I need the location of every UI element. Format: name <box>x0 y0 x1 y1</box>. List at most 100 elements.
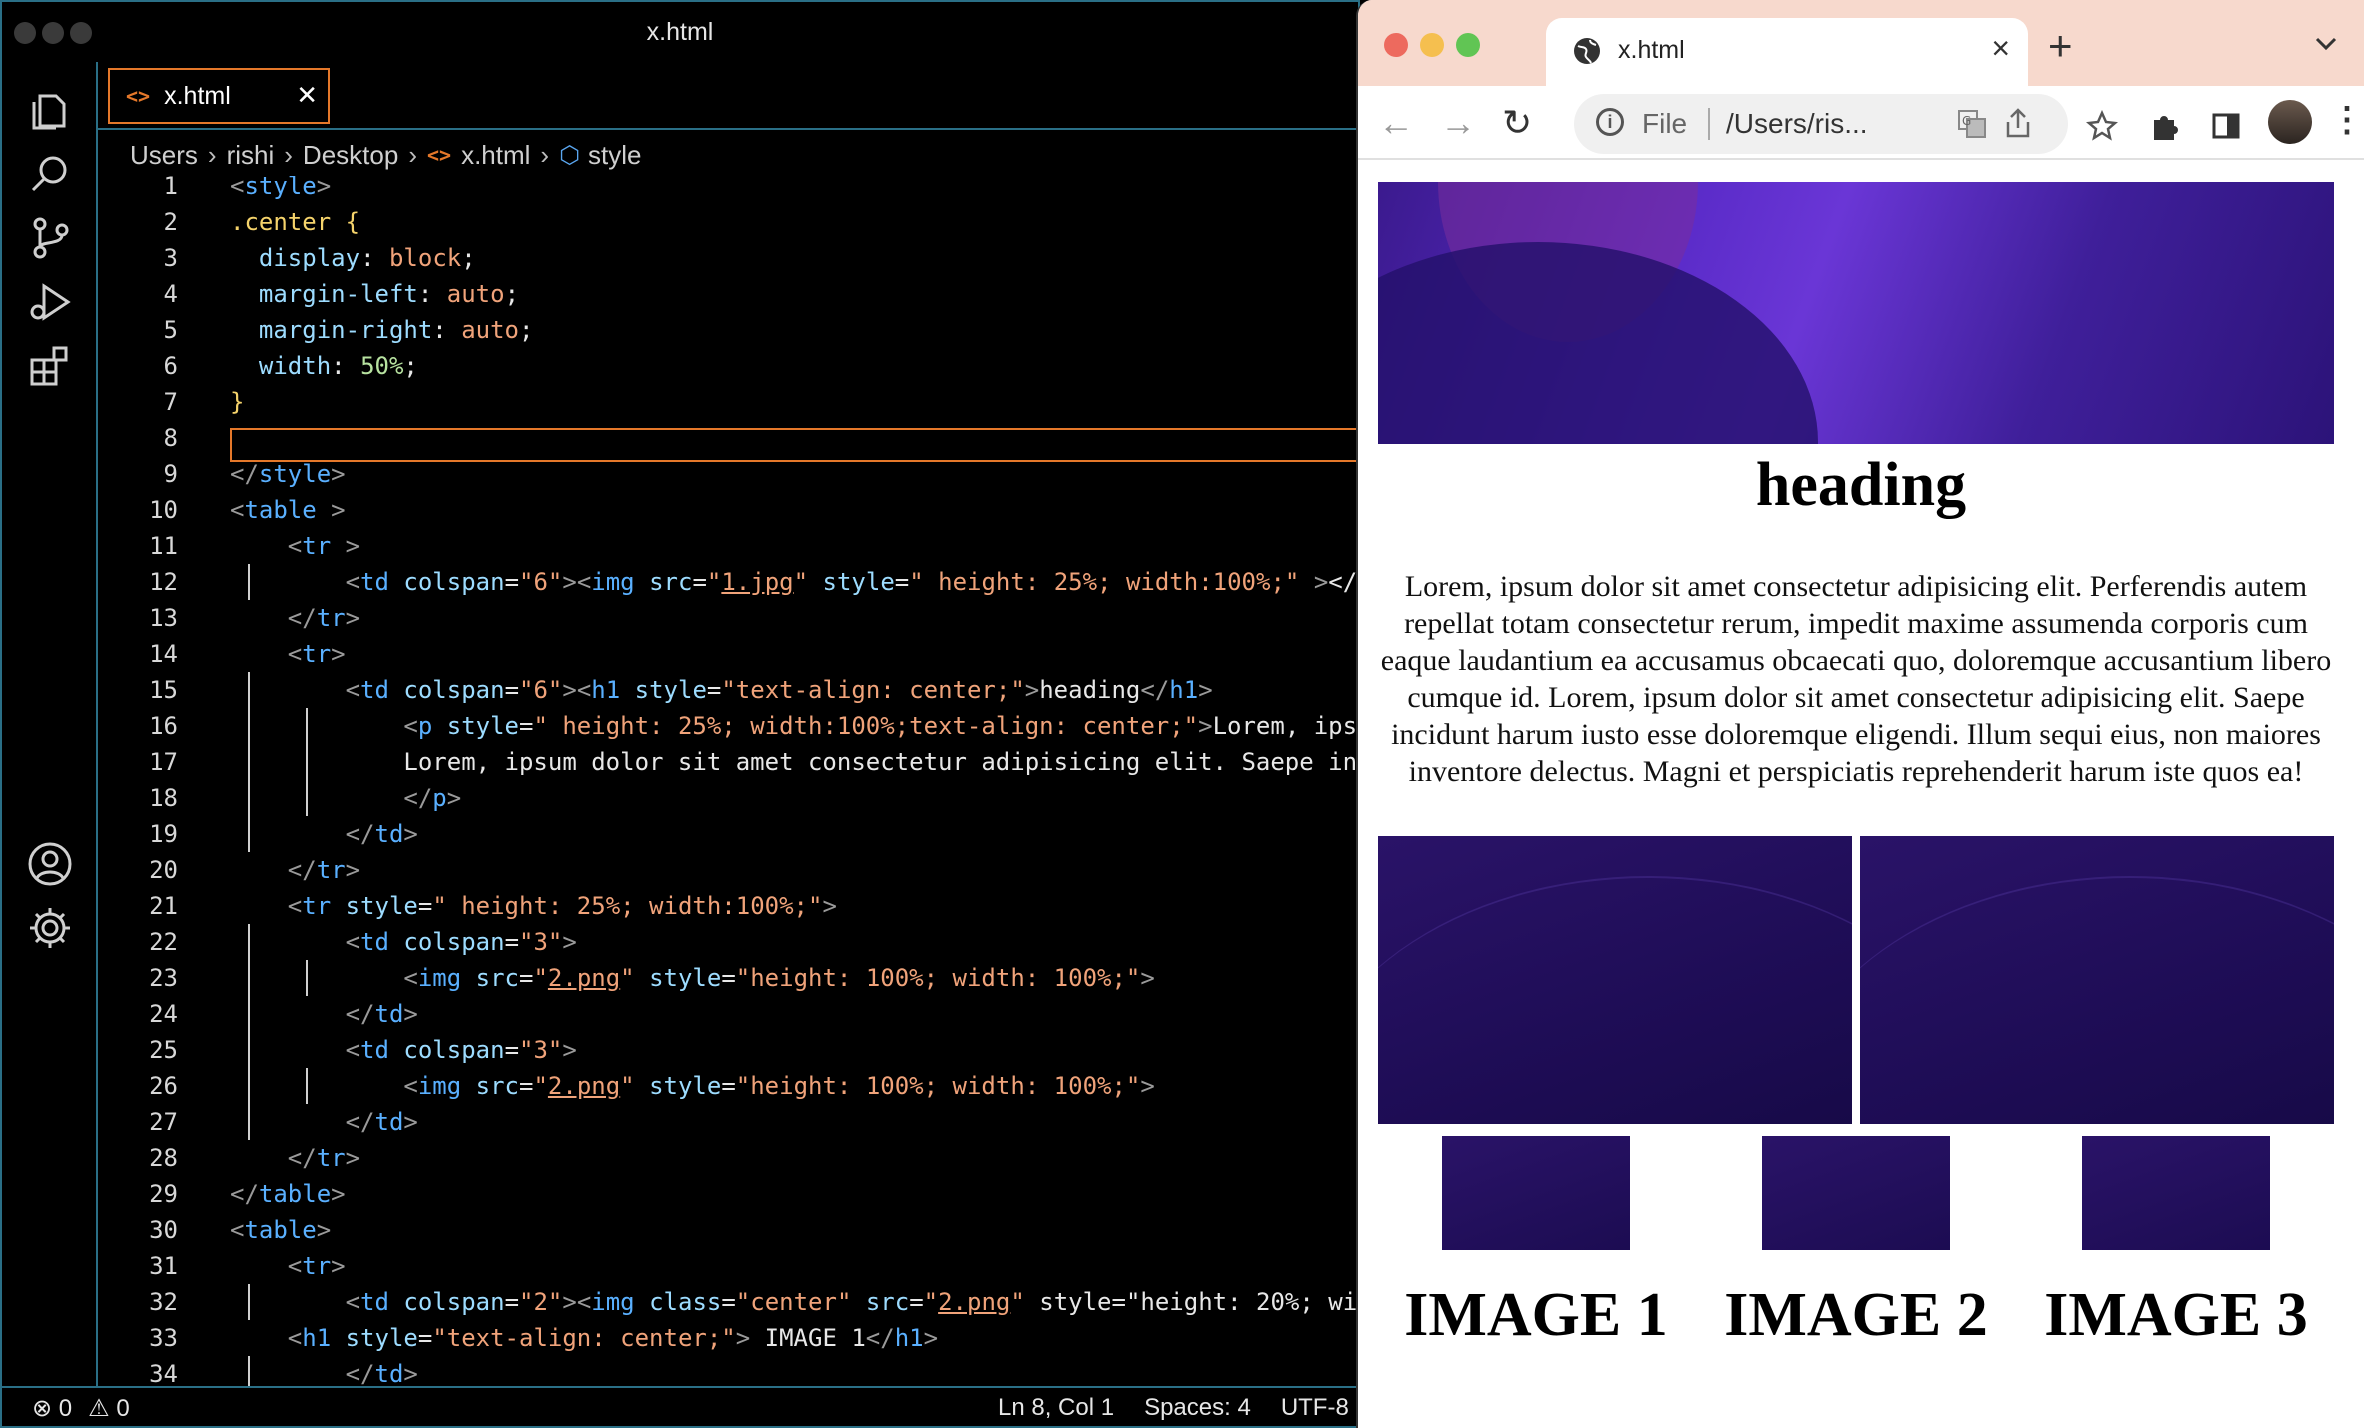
breadcrumb-item-rishi[interactable]: rishi <box>227 140 275 171</box>
warnings-status[interactable]: ⚠ 0 <box>88 1394 130 1423</box>
line-number: 5 <box>163 316 178 344</box>
code-line[interactable]: 13 </tr> <box>98 600 1360 636</box>
code-line[interactable]: 6 width: 50%; <box>98 348 1360 384</box>
encoding-status[interactable]: UTF-8 <box>1281 1394 1349 1422</box>
source-control-icon[interactable] <box>24 212 76 264</box>
new-tab-plus-icon[interactable]: + <box>2048 22 2073 70</box>
code-line[interactable]: 24 </td> <box>98 996 1360 1032</box>
account-icon[interactable] <box>24 838 76 890</box>
code-line[interactable]: 19 </td> <box>98 816 1360 852</box>
line-number: 7 <box>163 388 178 416</box>
window-close-dot[interactable] <box>1384 33 1408 57</box>
code-line[interactable]: 26 <img src="2.png" style="height: 100%;… <box>98 1068 1360 1104</box>
code-line[interactable]: 15 <td colspan="6"><h1 style="text-align… <box>98 672 1360 708</box>
window-minimize-dot[interactable] <box>1420 33 1444 57</box>
code-line[interactable]: 9 </style> <box>98 456 1360 492</box>
code-line[interactable]: 22 <td colspan="3"> <box>98 924 1360 960</box>
breadcrumb-item-file[interactable]: x.html <box>461 140 530 171</box>
line-number: 34 <box>149 1360 178 1388</box>
chevron-right-icon: › <box>284 139 293 170</box>
indent-guide <box>248 1356 250 1388</box>
code-text: </tr> <box>287 604 361 632</box>
side-panel-icon[interactable] <box>2210 110 2242 142</box>
small-image-1 <box>1442 1136 1630 1250</box>
breadcrumb-item-users[interactable]: Users <box>130 140 198 171</box>
url-text[interactable]: /Users/ris... <box>1726 108 1868 140</box>
explorer-icon[interactable] <box>24 84 76 136</box>
code-line[interactable]: 32 <td colspan="2"><img class="center" s… <box>98 1284 1360 1320</box>
breadcrumb-item-desktop[interactable]: Desktop <box>303 140 398 171</box>
bookmark-star-icon[interactable] <box>2086 110 2118 142</box>
code-line[interactable]: 27 </td> <box>98 1104 1360 1140</box>
code-line[interactable]: 11 <tr > <box>98 528 1360 564</box>
code-text: margin-left: auto; <box>258 280 520 308</box>
reload-icon[interactable]: ↻ <box>1502 102 1532 144</box>
code-line[interactable]: 3 display: block; <box>98 240 1360 276</box>
share-icon[interactable] <box>2004 108 2032 140</box>
page-paragraph: Lorem, ipsum dolor sit amet consectetur … <box>1380 570 2332 788</box>
breadcrumb-item-style[interactable]: style <box>588 140 641 171</box>
code-line[interactable]: 18 </p> <box>98 780 1360 816</box>
extensions-puzzle-icon[interactable] <box>2148 110 2180 142</box>
settings-gear-icon[interactable] <box>24 902 76 954</box>
tab-strip: x.html × + <box>1358 0 2364 88</box>
code-line[interactable]: 31 <tr> <box>98 1248 1360 1284</box>
code-line[interactable]: 4 margin-left: auto; <box>98 276 1360 312</box>
code-line[interactable]: 16 <p style=" height: 25%; width:100%;te… <box>98 708 1360 744</box>
code-line[interactable]: 17 Lorem, ipsum dolor sit amet consectet… <box>98 744 1360 780</box>
code-line[interactable]: 8 <box>98 420 1360 456</box>
cursor-position[interactable]: Ln 8, Col 1 <box>998 1394 1114 1422</box>
code-line[interactable]: 20 </tr> <box>98 852 1360 888</box>
code-text: } <box>230 388 245 416</box>
code-line[interactable]: 5 margin-right: auto; <box>98 312 1360 348</box>
indent-guide <box>248 1104 250 1140</box>
translate-icon[interactable]: G <box>1956 108 1988 140</box>
code-line[interactable]: 30 <table> <box>98 1212 1360 1248</box>
chevron-down-icon[interactable] <box>2314 36 2338 52</box>
line-number: 13 <box>149 604 178 632</box>
code-line[interactable]: 28 </tr> <box>98 1140 1360 1176</box>
browser-tab[interactable]: x.html × <box>1546 18 2028 88</box>
profile-avatar[interactable] <box>2268 100 2312 144</box>
code-line[interactable]: 25 <td colspan="3"> <box>98 1032 1360 1068</box>
window-zoom-dot[interactable] <box>1456 33 1480 57</box>
errors-status[interactable]: ⊗ 0 <box>32 1394 72 1423</box>
code-line[interactable]: 1 <style> <box>98 176 1360 204</box>
close-icon[interactable]: ✕ <box>296 80 318 110</box>
indent-guide <box>306 960 308 996</box>
indentation-status[interactable]: Spaces: 4 <box>1144 1394 1251 1422</box>
code-line[interactable]: 10 <table > <box>98 492 1360 528</box>
close-icon[interactable]: × <box>1991 30 2010 67</box>
run-debug-icon[interactable] <box>24 276 76 328</box>
search-icon[interactable] <box>24 148 76 200</box>
code-line[interactable]: 21 <tr style=" height: 25%; width:100%;"… <box>98 888 1360 924</box>
small-image-3 <box>2082 1136 2270 1250</box>
back-arrow-icon[interactable]: ← <box>1378 102 1414 144</box>
line-number: 20 <box>149 856 178 884</box>
forward-arrow-icon[interactable]: → <box>1440 102 1476 144</box>
code-line[interactable]: 23 <img src="2.png" style="height: 100%;… <box>98 960 1360 996</box>
address-bar[interactable]: i File /Users/ris... G <box>1574 94 2068 154</box>
caption-image-2: IMAGE 2 <box>1724 1281 1988 1349</box>
more-vertical-icon[interactable]: ⋮ <box>2330 100 2364 140</box>
code-line[interactable]: 12 <td colspan="6"><img src="1.jpg" styl… <box>98 564 1360 600</box>
code-text: <tr style=" height: 25%; width:100%;"> <box>287 892 837 920</box>
code-editor[interactable]: 1 <style> 2 .center {3 display: block; 4 mar… <box>98 176 1360 1388</box>
code-line[interactable]: 29 </table> <box>98 1176 1360 1212</box>
code-text: <td colspan="3"> <box>345 1036 577 1064</box>
info-icon[interactable]: i <box>1596 108 1624 136</box>
indent-guide <box>248 1068 250 1104</box>
url-scheme: File <box>1642 108 1688 139</box>
code-line[interactable]: 34 </td> <box>98 1356 1360 1388</box>
indent-guide <box>306 744 308 780</box>
indent-guide <box>306 708 308 744</box>
code-text: <img src="2.png" style="height: 100%; wi… <box>403 964 1155 992</box>
code-line[interactable]: 2 .center { <box>98 204 1360 240</box>
code-line[interactable]: 33 <h1 style="text-align: center;"> IMAG… <box>98 1320 1360 1356</box>
tab-x-html[interactable]: <> x.html ✕ <box>108 68 330 124</box>
line-number: 17 <box>149 748 178 776</box>
page-heading: heading <box>1755 451 1967 519</box>
code-line[interactable]: 7} <box>98 384 1360 420</box>
code-line[interactable]: 14 <tr> <box>98 636 1360 672</box>
extensions-icon[interactable] <box>24 340 76 392</box>
